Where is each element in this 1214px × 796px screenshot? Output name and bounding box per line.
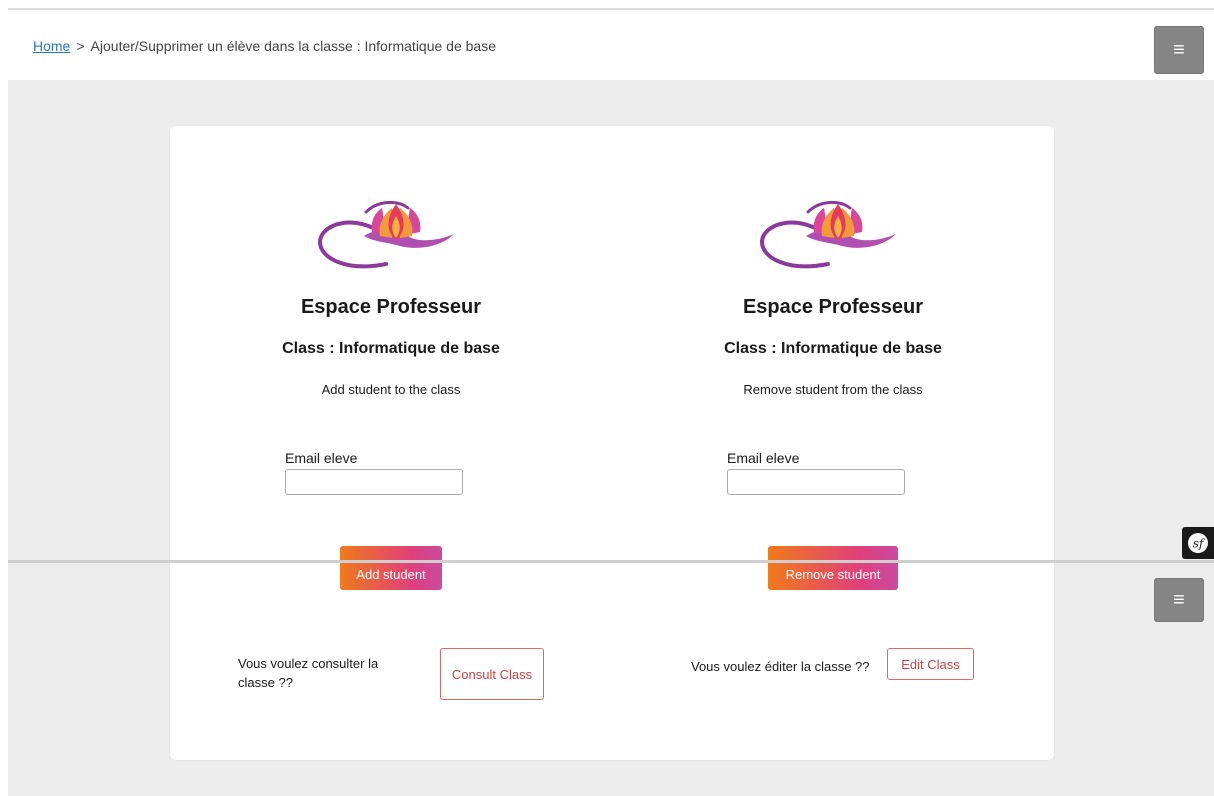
edit-class-button[interactable]: Edit Class: [887, 648, 974, 680]
action-description: Remove student from the class: [743, 382, 923, 397]
lotus-logo-icon: [317, 201, 454, 269]
header-bar: Home > Ajouter/Supprimer un élève dans la …: [8, 10, 1214, 80]
section-title: Espace Professeur: [742, 296, 924, 318]
edit-question: Vous voulez éditer la classe ??: [691, 659, 870, 674]
symfony-debug-toolbar-toggle[interactable]: sf: [1182, 527, 1214, 559]
menu-toggle-button[interactable]: ≡: [1154, 578, 1204, 622]
class-name-label: Class : Informatique de base: [282, 340, 500, 357]
email-field-label: Email eleve: [285, 450, 358, 466]
remove-student-button[interactable]: Remove student: [768, 546, 898, 590]
add-student-button[interactable]: Add student: [340, 546, 442, 590]
email-field-label: Email eleve: [727, 450, 800, 466]
breadcrumb: Home > Ajouter/Supprimer un élève dans la …: [33, 38, 496, 54]
symfony-icon: sf: [1188, 533, 1208, 553]
action-description: Add student to the class: [321, 382, 461, 397]
menu-toggle-button[interactable]: ≡: [1154, 26, 1204, 74]
remove-email-input[interactable]: [727, 469, 905, 495]
consult-class-button[interactable]: Consult Class: [440, 648, 544, 700]
section-title: Espace Professeur: [300, 296, 482, 318]
hamburger-menu-icon: ≡: [1173, 38, 1185, 61]
add-email-input[interactable]: [285, 469, 463, 495]
hamburger-menu-icon: ≡: [1173, 588, 1185, 611]
breadcrumb-home-link[interactable]: Home: [33, 38, 70, 54]
class-name-label: Class : Informatique de base: [724, 340, 942, 357]
consult-question: Vous voulez consulter la classe ??: [238, 656, 379, 690]
breadcrumb-separator: >: [76, 38, 85, 54]
lotus-logo-icon: [759, 201, 896, 269]
screenshot-seam-divider: [8, 560, 1214, 563]
breadcrumb-current: Ajouter/Supprimer un élève dans la class…: [90, 38, 496, 54]
main-card: Espace Professeur Class : Informatique d…: [170, 126, 1054, 760]
